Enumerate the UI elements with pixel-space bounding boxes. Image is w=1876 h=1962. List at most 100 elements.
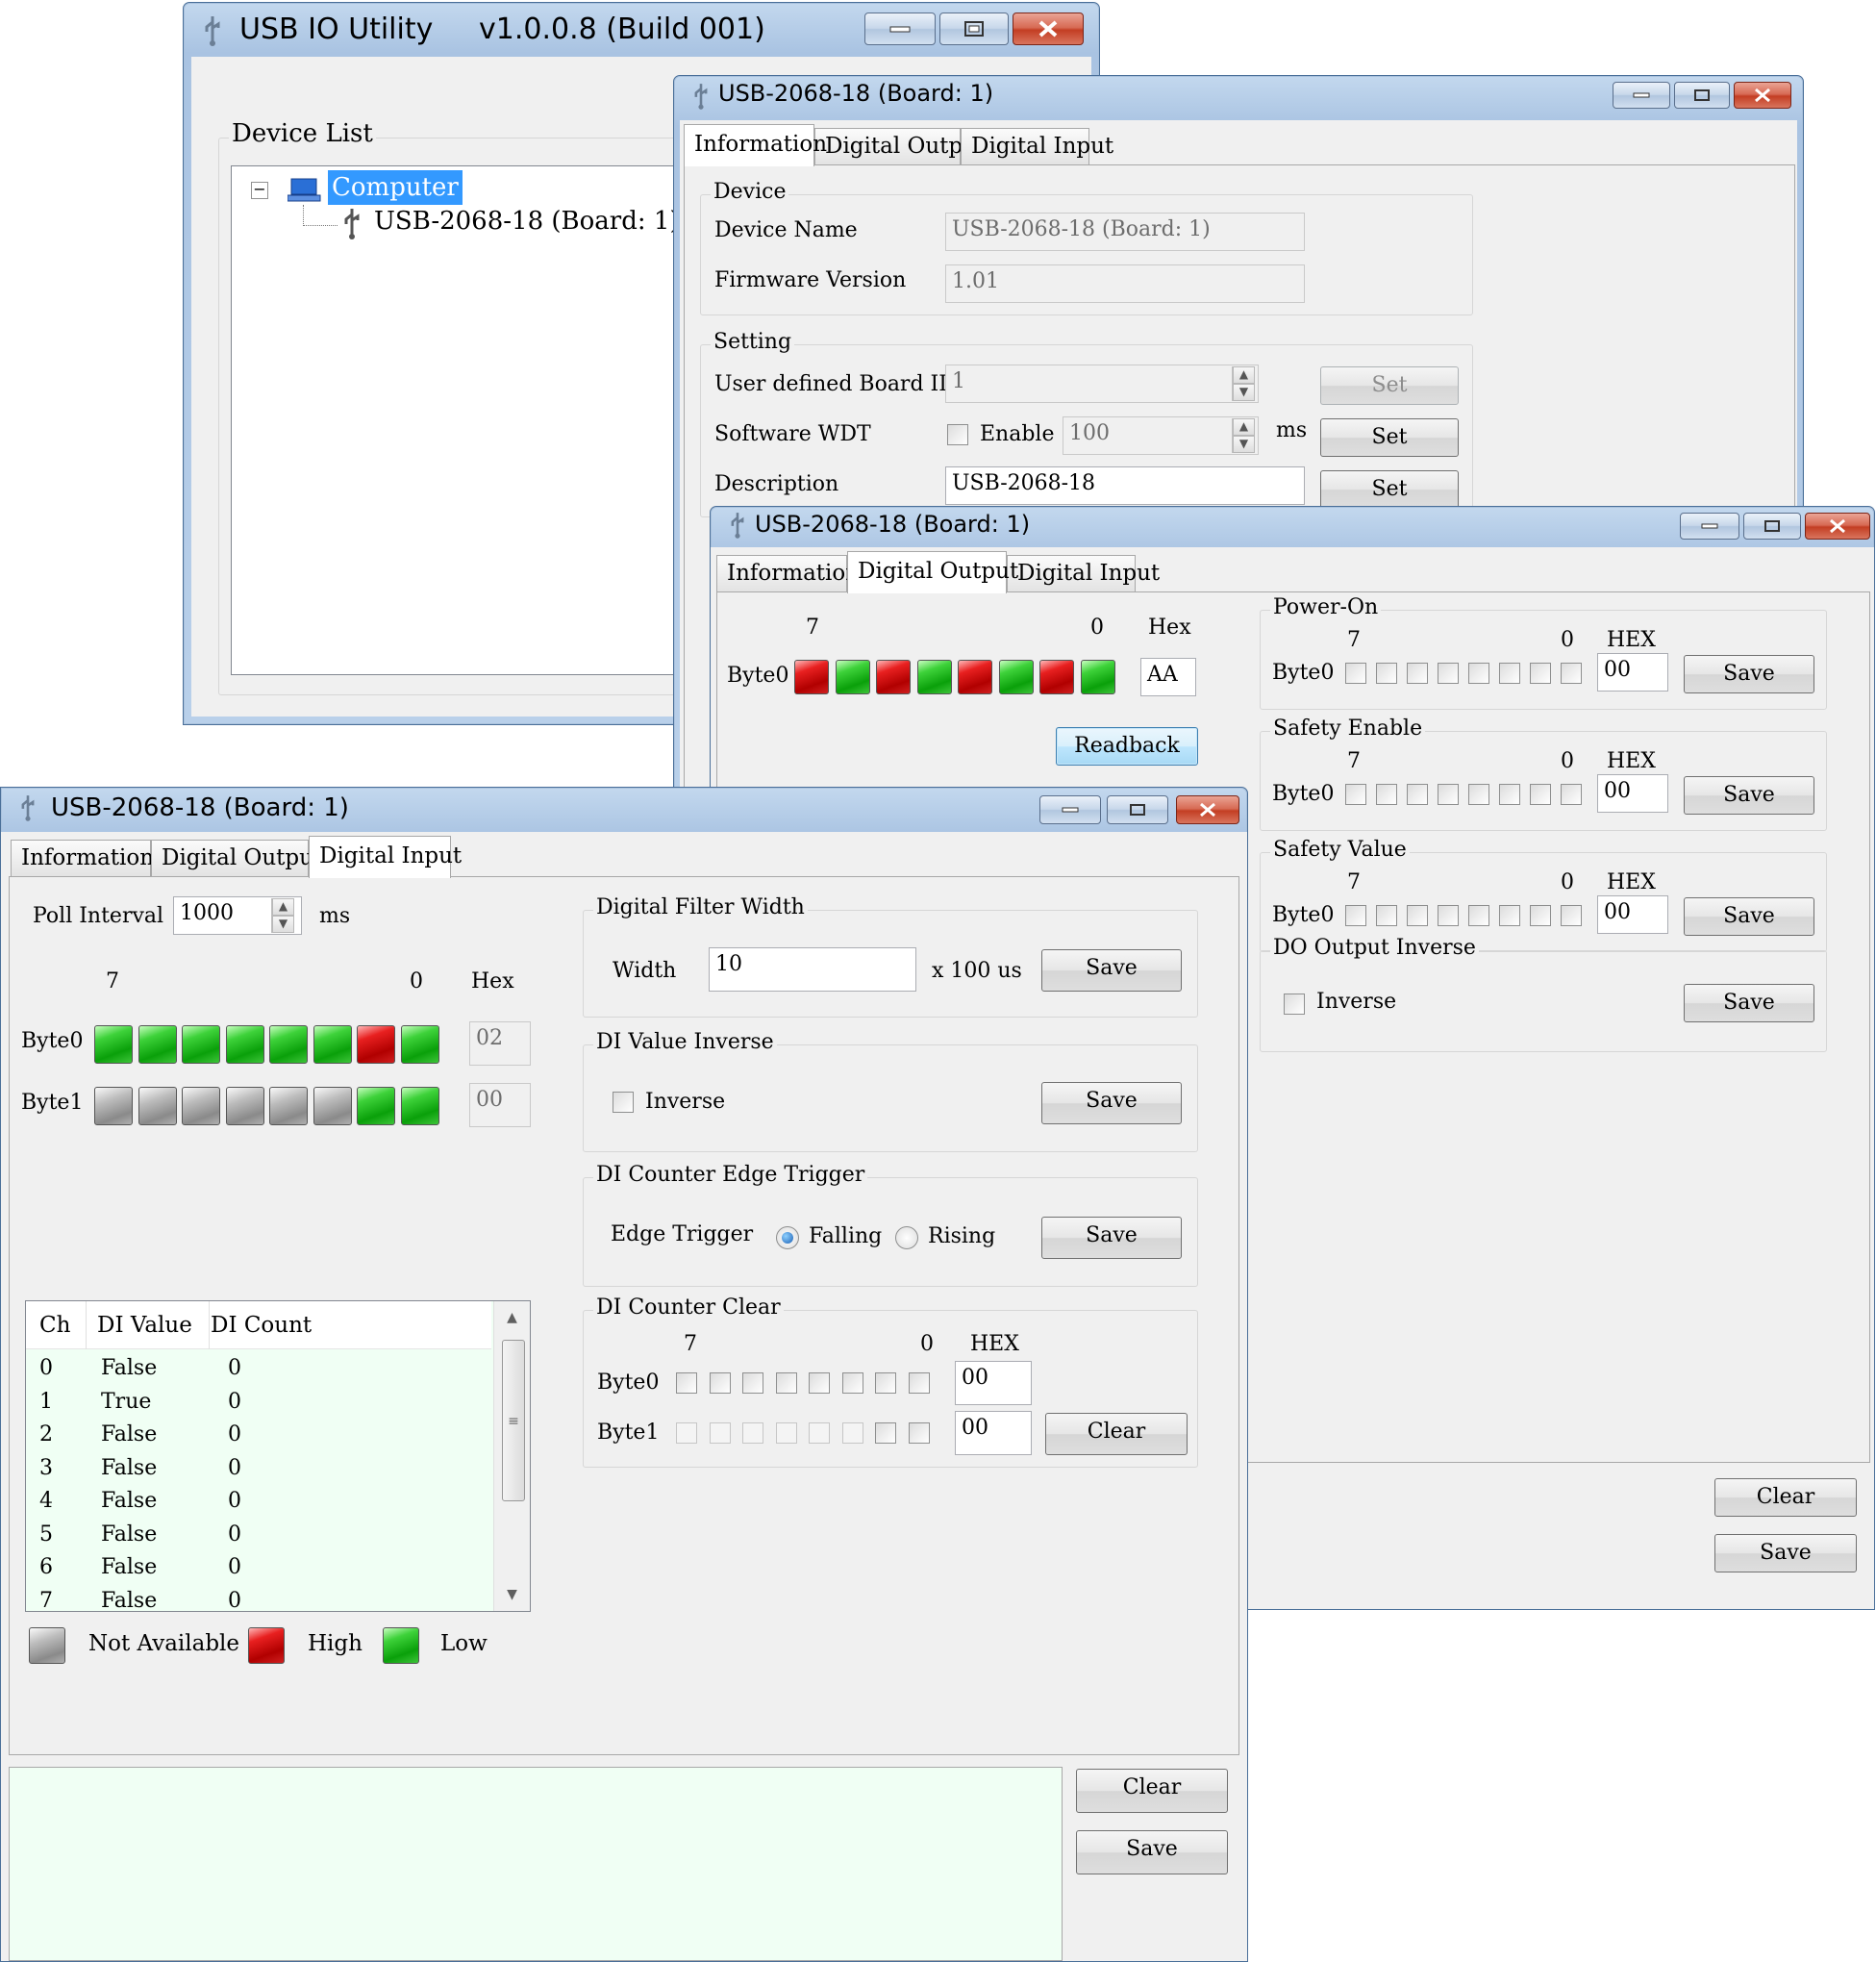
table-row[interactable]: 2 False 0	[26, 1418, 491, 1451]
safety-enable-byte0-bit-4-checkbox[interactable]	[1438, 784, 1459, 805]
safety-enable-byte0-bit-6-checkbox[interactable]	[1376, 784, 1397, 805]
clear-byte1-bit-7-checkbox[interactable]	[676, 1422, 697, 1444]
di-save-button[interactable]: Save	[1076, 1830, 1228, 1874]
close-button[interactable]	[1176, 795, 1239, 824]
spin-up-icon[interactable]: ▲	[1233, 366, 1255, 384]
spin-up-icon[interactable]: ▲	[1233, 418, 1255, 436]
power-on-byte0-bit-3-checkbox[interactable]	[1468, 663, 1489, 684]
power-on-byte0-bit-7-checkbox[interactable]	[1345, 663, 1366, 684]
safety-value-byte0-bit-4-checkbox[interactable]	[1438, 905, 1459, 926]
safety-enable-byte0-bit-5-checkbox[interactable]	[1407, 784, 1428, 805]
maximize-button[interactable]	[1107, 795, 1168, 824]
power-on-hex-input[interactable]: 00	[1597, 653, 1668, 692]
safety-value-hex-input[interactable]: 00	[1597, 895, 1668, 934]
power-on-byte0-bit-0-checkbox[interactable]	[1561, 663, 1582, 684]
safety-enable-byte0-bit-2-checkbox[interactable]	[1499, 784, 1520, 805]
description-set-button[interactable]: Set	[1320, 470, 1459, 509]
do-byte0-led-bit-2-icon[interactable]	[998, 660, 1034, 694]
maximize-button[interactable]	[1674, 82, 1730, 109]
board-id-spinner[interactable]: ▲ ▼	[1232, 366, 1255, 401]
device-name-field[interactable]: USB-2068-18 (Board: 1)	[945, 213, 1305, 251]
clear-byte1-bit-2-checkbox[interactable]	[841, 1422, 863, 1444]
board-id-set-button[interactable]: Set	[1320, 366, 1459, 405]
safety-enable-hex-input[interactable]: 00	[1597, 774, 1668, 813]
close-button[interactable]	[1734, 82, 1791, 109]
power-on-byte0-bit-5-checkbox[interactable]	[1407, 663, 1428, 684]
di-clear-button[interactable]: Clear	[1076, 1769, 1228, 1813]
table-scrollbar[interactable]: ▲ ≡ ▼	[493, 1301, 530, 1611]
spin-down-icon[interactable]: ▼	[272, 916, 294, 933]
di-status-table[interactable]: Ch DI Value DI Count 0 False 0 1 True 0 2 False…	[25, 1300, 531, 1612]
table-row[interactable]: 0 False 0	[26, 1351, 491, 1385]
tab-information[interactable]: Information	[684, 124, 827, 166]
do-byte0-led-bit-7-icon[interactable]	[794, 660, 829, 694]
minimize-button[interactable]	[864, 13, 936, 45]
table-row[interactable]: 1 True 0	[26, 1385, 491, 1419]
safety-enable-byte0-bit-7-checkbox[interactable]	[1345, 784, 1366, 805]
clear-byte0-bit-7-checkbox[interactable]	[676, 1372, 697, 1394]
clear-byte0-bit-3-checkbox[interactable]	[809, 1372, 830, 1394]
clear-byte1-bit-5-checkbox[interactable]	[742, 1422, 763, 1444]
safety-value-save-button[interactable]: Save	[1684, 897, 1814, 936]
width-save-button[interactable]: Save	[1041, 949, 1182, 992]
do-byte0-led-bit-3-icon[interactable]	[958, 660, 992, 694]
power-on-byte0-bit-1-checkbox[interactable]	[1530, 663, 1551, 684]
value-inverse-save-button[interactable]: Save	[1041, 1082, 1182, 1124]
clear-byte0-bit-0-checkbox[interactable]	[908, 1372, 930, 1394]
wdt-interval-input[interactable]: 100	[1063, 416, 1259, 455]
safety-value-byte0-bit-5-checkbox[interactable]	[1407, 905, 1428, 926]
safety-enable-save-button[interactable]: Save	[1684, 776, 1814, 815]
maximize-button[interactable]	[939, 13, 1009, 45]
close-button[interactable]	[1805, 513, 1870, 540]
main-titlebar[interactable]: USB IO Utility v1.0.0.8 (Build 001)	[184, 3, 1099, 57]
safety-value-byte0-bit-1-checkbox[interactable]	[1530, 905, 1551, 926]
clear-byte1-bit-0-checkbox[interactable]	[908, 1422, 930, 1444]
table-row[interactable]: 5 False 0	[26, 1518, 491, 1551]
readback-button[interactable]: Readback	[1056, 727, 1198, 766]
description-input[interactable]: USB-2068-18	[945, 466, 1305, 505]
scroll-down-icon[interactable]: ▼	[494, 1578, 530, 1611]
safety-enable-byte0-bit-0-checkbox[interactable]	[1561, 784, 1582, 805]
safety-value-byte0-bit-7-checkbox[interactable]	[1345, 905, 1366, 926]
col-header-ch[interactable]: Ch	[39, 1301, 70, 1349]
power-on-byte0-bit-4-checkbox[interactable]	[1438, 663, 1459, 684]
clear-byte0-bit-1-checkbox[interactable]	[875, 1372, 896, 1394]
power-on-byte0-bit-2-checkbox[interactable]	[1499, 663, 1520, 684]
width-input[interactable]: 10	[709, 947, 916, 992]
close-button[interactable]	[1013, 13, 1084, 45]
wdt-spinner[interactable]: ▲ ▼	[1232, 418, 1255, 453]
di-titlebar[interactable]: USB-2068-18 (Board: 1)	[1, 788, 1247, 832]
safety-value-byte0-bit-0-checkbox[interactable]	[1561, 905, 1582, 926]
do-byte0-hex[interactable]: AA	[1140, 658, 1196, 696]
safety-value-byte0-bit-2-checkbox[interactable]	[1499, 905, 1520, 926]
col-header-di-value[interactable]: DI Value	[97, 1301, 192, 1349]
minimize-button[interactable]	[1039, 795, 1101, 824]
col-header-di-count[interactable]: DI Count	[211, 1301, 312, 1349]
do-save-button[interactable]: Save	[1714, 1534, 1857, 1572]
do-clear-button[interactable]: Clear	[1714, 1478, 1857, 1517]
table-row[interactable]: 4 False 0	[26, 1484, 491, 1518]
clear-byte1-bit-3-checkbox[interactable]	[809, 1422, 830, 1444]
minimize-button[interactable]	[1613, 82, 1670, 109]
scroll-thumb[interactable]: ≡	[502, 1340, 525, 1501]
safety-enable-byte0-bit-3-checkbox[interactable]	[1468, 784, 1489, 805]
edge-save-button[interactable]: Save	[1041, 1217, 1182, 1259]
tree-node-device[interactable]: USB-2068-18 (Board: 1)	[374, 207, 680, 236]
safety-value-byte0-bit-3-checkbox[interactable]	[1468, 905, 1489, 926]
clear-byte0-bit-2-checkbox[interactable]	[841, 1372, 863, 1394]
tab-digital-input[interactable]: Digital Input	[961, 128, 1113, 164]
tab-digital-input[interactable]: Digital Input	[1007, 555, 1160, 591]
do-byte0-led-bit-6-icon[interactable]	[835, 660, 870, 694]
do-titlebar[interactable]: USB-2068-18 (Board: 1)	[711, 507, 1874, 547]
di-inverse-checkbox[interactable]	[613, 1092, 634, 1113]
clear-byte1-bit-4-checkbox[interactable]	[775, 1422, 797, 1444]
table-row[interactable]: 6 False 0	[26, 1550, 491, 1584]
maximize-button[interactable]	[1743, 513, 1801, 540]
tab-digital-output[interactable]: Digital Output	[847, 551, 1018, 593]
do-byte0-led-bit-0-icon[interactable]	[1080, 660, 1115, 694]
tab-digital-output[interactable]: Digital Output	[814, 128, 986, 164]
info-titlebar[interactable]: USB-2068-18 (Board: 1)	[674, 76, 1803, 120]
table-row[interactable]: 3 False 0	[26, 1451, 491, 1485]
wdt-set-button[interactable]: Set	[1320, 418, 1459, 457]
tab-information[interactable]: Information	[11, 840, 154, 876]
